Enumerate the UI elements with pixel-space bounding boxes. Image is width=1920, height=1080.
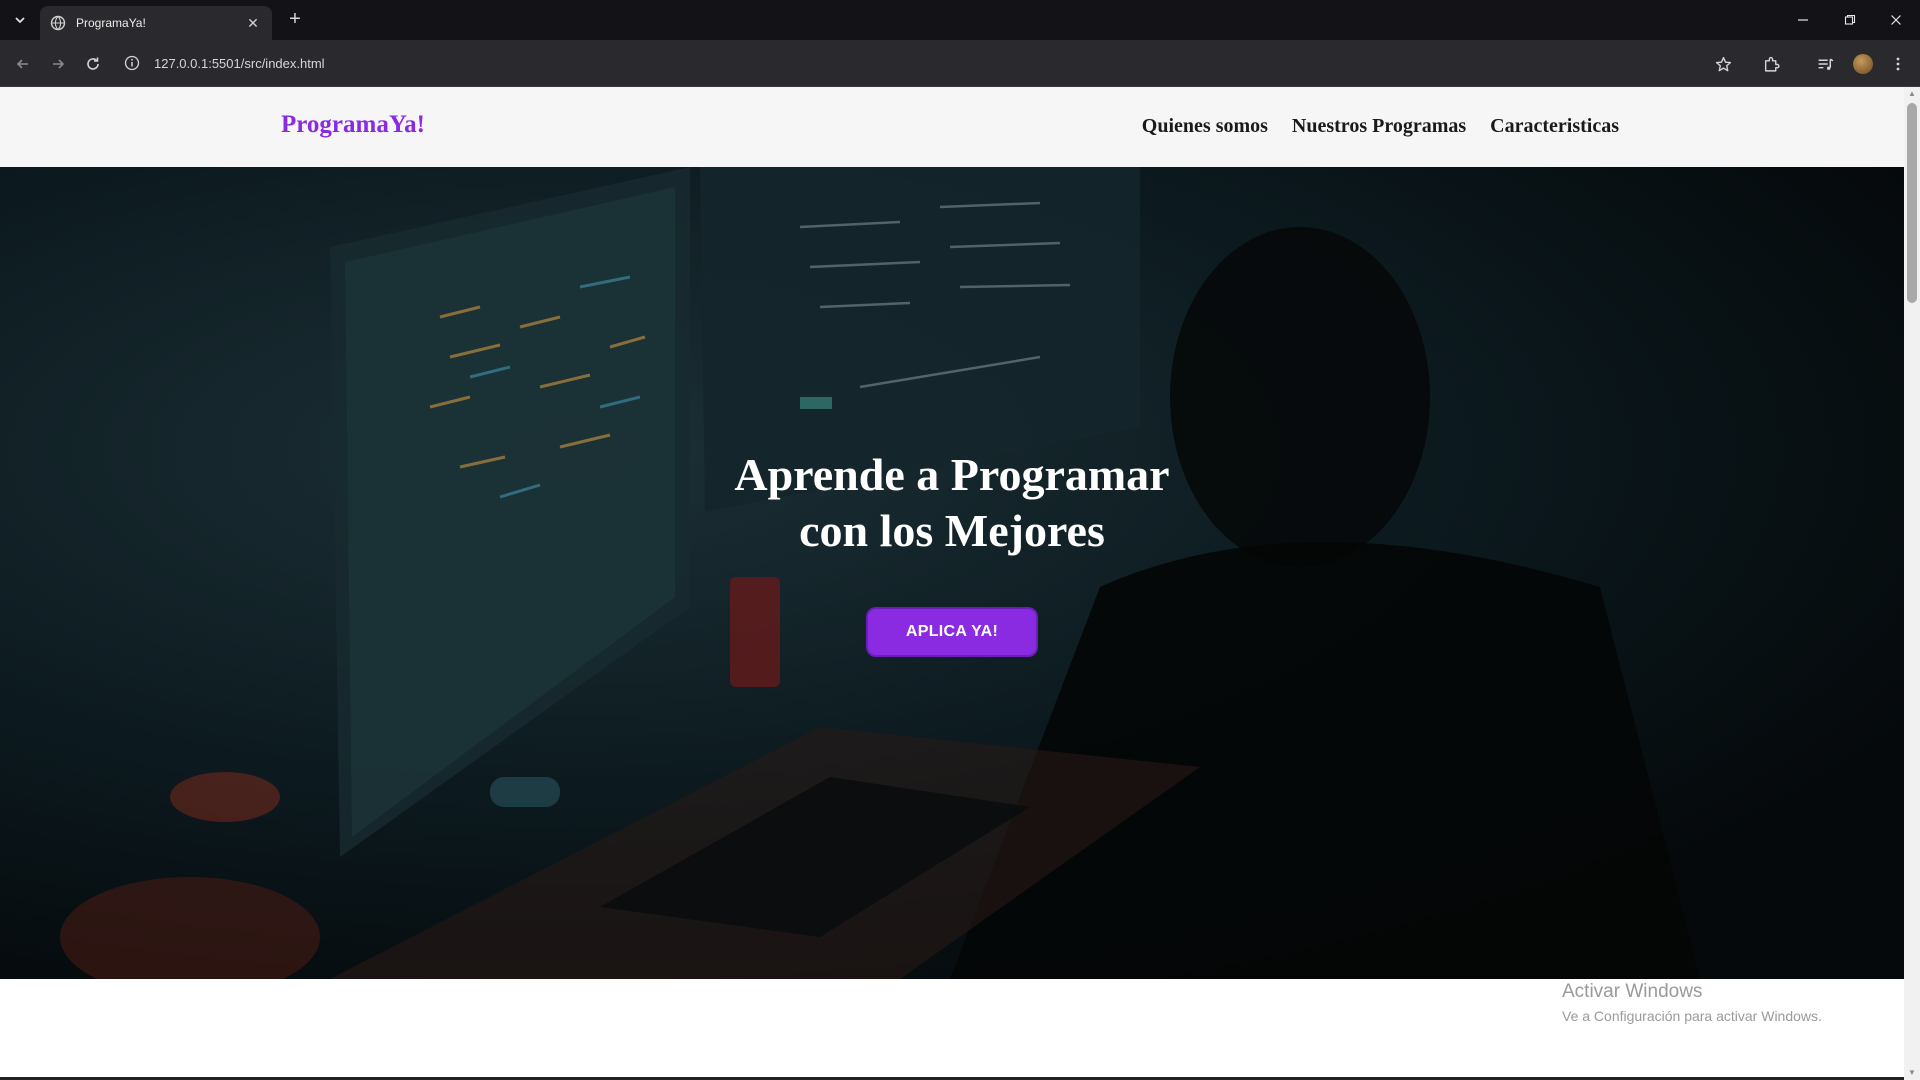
site-logo[interactable]: ProgramaYa! [281,111,425,139]
nav-link-nuestros-programas[interactable]: Nuestros Programas [1292,115,1466,138]
arrow-right-icon [53,59,65,69]
profile-button[interactable] [1850,51,1876,77]
hero-section: Aprende a Programar con los Mejores APLI… [0,167,1904,979]
new-tab-button[interactable]: + [282,8,308,32]
media-control-button[interactable] [1812,51,1838,77]
globe-icon [50,15,66,31]
watermark-title: Activar Windows [1562,981,1703,1002]
hero-title: Aprende a Programar con los Mejores [0,447,1904,559]
restore-button[interactable] [1827,0,1873,40]
windows-activation-watermark: Activar Windows Ve a Configuración para … [1562,981,1822,1024]
playlist-icon [1818,58,1833,70]
reload-button[interactable] [80,51,106,77]
close-window-button[interactable] [1873,0,1919,40]
close-icon [1891,15,1901,25]
forward-button[interactable] [45,51,71,77]
extensions-button[interactable] [1758,51,1784,77]
nav-link-quienes-somos[interactable]: Quienes somos [1142,115,1268,138]
avatar [1853,54,1873,74]
main-nav: Quienes somos Nuestros Programas Caracte… [1142,115,1619,138]
tab-search-button[interactable] [6,8,34,32]
hero-background-image [60,167,1700,979]
nav-link-caracteristicas[interactable]: Caracteristicas [1490,115,1619,138]
hero-title-line-1: Aprende a Programar [734,449,1170,500]
scroll-down-arrow-icon[interactable]: ▼ [1904,1066,1920,1080]
more-vertical-icon [1896,57,1900,71]
arrow-left-icon [16,59,28,69]
hero-title-line-2: con los Mejores [799,505,1105,556]
site-info-icon[interactable] [120,51,144,75]
browser-tab[interactable]: ProgramaYa! ✕ [40,6,272,40]
close-icon[interactable]: ✕ [244,15,262,32]
site-header: ProgramaYa! Quienes somos Nuestros Progr… [0,87,1904,167]
restore-icon [1844,14,1856,25]
address-bar[interactable]: 127.0.0.1:5501/src/index.html [120,47,1680,79]
toolbar: 127.0.0.1:5501/src/index.html [0,40,1920,87]
watermark-subtitle: Ve a Configuración para activar Windows. [1562,1008,1822,1024]
minimize-button[interactable] [1780,0,1826,40]
star-icon [1715,56,1731,71]
bookmark-star-button[interactable] [1710,51,1736,77]
apply-button[interactable]: APLICA YA! [866,607,1038,657]
scroll-thumb[interactable] [1907,103,1917,303]
back-button[interactable] [10,51,36,77]
url-text: 127.0.0.1:5501/src/index.html [154,55,325,71]
tab-title: ProgramaYa! [76,16,146,30]
tab-bar: ProgramaYa! ✕ + [0,0,1920,40]
scroll-up-arrow-icon[interactable]: ▲ [1904,87,1920,101]
puzzle-icon [1764,56,1780,72]
page-scrollbar[interactable]: ▲ ▼ [1904,87,1920,1080]
page-viewport: ProgramaYa! Quienes somos Nuestros Progr… [0,87,1904,1080]
minimize-icon [1798,19,1808,21]
reload-icon [87,57,99,70]
menu-button[interactable] [1885,51,1911,77]
chevron-down-icon [15,17,25,24]
